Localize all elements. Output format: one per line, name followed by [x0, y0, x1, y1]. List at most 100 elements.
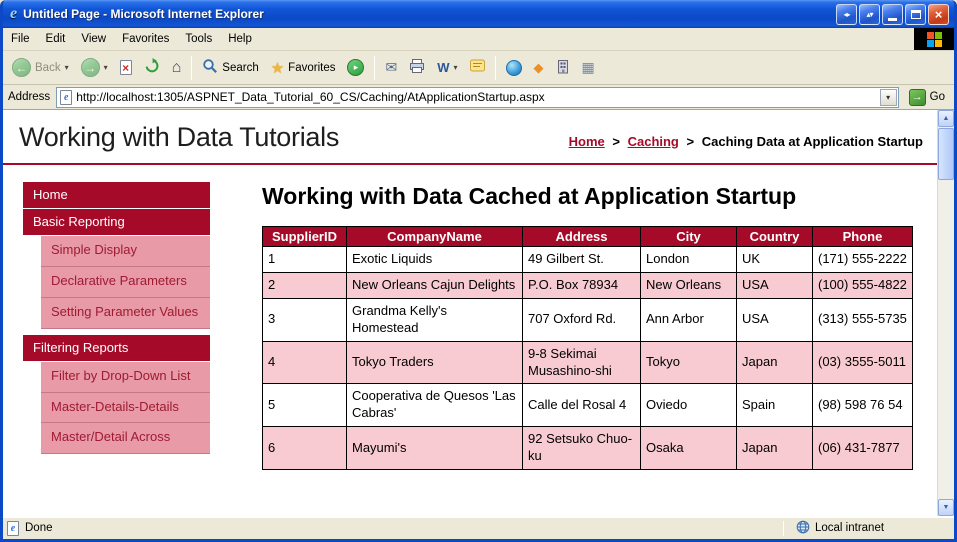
forward-caret-icon: ▾ [104, 63, 108, 72]
pan-button[interactable]: ◂▸ [836, 4, 857, 25]
menu-file[interactable]: File [3, 28, 38, 50]
forward-icon: → [81, 58, 100, 77]
sidebar-item-simple-display[interactable]: Simple Display [41, 236, 210, 267]
page-favicon: e [60, 90, 72, 105]
favorites-star-icon: ★ [271, 59, 284, 77]
zone-label: Local intranet [815, 522, 884, 534]
sidebar-item-master-detail-across[interactable]: Master/Detail Across [41, 423, 210, 454]
toolbar-separator [191, 56, 192, 80]
vertical-scrollbar[interactable]: ▲ ▼ [937, 110, 954, 516]
quick-links-button[interactable]: ▦ [577, 54, 600, 82]
highlighter-icon: ◆ [534, 60, 544, 76]
refresh-icon [144, 58, 160, 77]
scroll-down-button[interactable]: ▼ [938, 499, 954, 516]
page-layout: Home Basic Reporting Simple Display Decl… [3, 165, 937, 470]
breadcrumb-separator: > [687, 134, 695, 149]
scroll-track[interactable] [938, 181, 954, 499]
breadcrumb-separator: > [612, 134, 620, 149]
column-header-address: Address [523, 227, 641, 247]
site-title: Working with Data Tutorials [19, 122, 339, 153]
maximize-button[interactable] [905, 4, 926, 25]
site-header: Working with Data Tutorials Home > Cachi… [3, 110, 937, 153]
edit-button[interactable]: W ▾ [432, 54, 462, 82]
refresh-button[interactable] [139, 54, 165, 82]
stop-button[interactable]: × [115, 54, 137, 82]
minimize-icon [888, 18, 897, 21]
menu-help[interactable]: Help [220, 28, 260, 50]
messenger-button[interactable] [501, 54, 527, 82]
table-row: 2 New Orleans Cajun Delights P.O. Box 78… [263, 272, 913, 298]
menu-tools[interactable]: Tools [177, 28, 220, 50]
home-icon: ⌂ [172, 59, 182, 77]
scroll-up-button[interactable]: ▲ [938, 110, 954, 127]
column-header-city: City [641, 227, 737, 247]
address-input[interactable] [76, 90, 875, 104]
highlighter-button[interactable]: ◆ [529, 54, 549, 82]
mail-button[interactable]: ✉ [380, 54, 402, 82]
title-bar: e Untitled Page - Microsoft Internet Exp… [3, 0, 954, 28]
print-button[interactable] [404, 54, 430, 82]
close-button[interactable]: × [928, 4, 949, 25]
messenger-icon [506, 60, 522, 76]
media-button[interactable]: ▸ [342, 54, 369, 82]
menu-view[interactable]: View [73, 28, 114, 50]
status-page-icon: e [7, 521, 19, 536]
links-grid-icon: ▦ [582, 59, 595, 76]
toolbar-separator [495, 56, 496, 80]
back-button[interactable]: ← Back ▾ [7, 54, 74, 82]
status-bar: e Done Local intranet [3, 516, 954, 539]
sidebar-item-setting-parameter-values[interactable]: Setting Parameter Values [41, 298, 210, 329]
go-arrow-icon: → [909, 89, 926, 106]
minimize-button[interactable] [882, 4, 903, 25]
address-input-box: e ▾ [56, 87, 898, 108]
column-header-companyname: CompanyName [347, 227, 523, 247]
menu-favorites[interactable]: Favorites [114, 28, 177, 50]
breadcrumb: Home > Caching > Caching Data at Applica… [569, 126, 923, 149]
back-icon: ← [12, 58, 31, 77]
suppliers-table: SupplierID CompanyName Address City Coun… [262, 226, 913, 470]
address-dropdown-button[interactable]: ▾ [880, 89, 897, 106]
breadcrumb-current: Caching Data at Application Startup [702, 134, 923, 149]
sidebar-item-filtering-reports[interactable]: Filtering Reports [23, 335, 210, 361]
sidebar-item-master-details-details[interactable]: Master-Details-Details [41, 393, 210, 424]
windows-logo [914, 28, 954, 50]
sidebar-item-home[interactable]: Home [23, 182, 210, 208]
edit-caret-icon: ▾ [453, 63, 457, 72]
search-button[interactable]: Search [197, 54, 263, 82]
favorites-label: Favorites [288, 62, 335, 74]
menu-bar: File Edit View Favorites Tools Help [3, 28, 954, 51]
maximize-icon [911, 10, 921, 19]
home-button[interactable]: ⌂ [167, 54, 187, 82]
scroll-thumb[interactable] [938, 128, 954, 180]
sidebar-item-declarative-parameters[interactable]: Declarative Parameters [41, 267, 210, 298]
research-button[interactable] [551, 54, 575, 82]
discuss-icon [470, 59, 485, 76]
print-icon [409, 58, 425, 77]
status-text: Done [25, 522, 53, 534]
search-label: Search [222, 62, 258, 74]
column-header-country: Country [737, 227, 813, 247]
menu-edit[interactable]: Edit [38, 28, 74, 50]
discuss-button[interactable] [465, 54, 490, 82]
window-buttons: ◂▸ ▴▾ × [836, 4, 949, 25]
browser-viewport: Working with Data Tutorials Home > Cachi… [3, 110, 954, 516]
toolbar-separator [374, 56, 375, 80]
window-title: Untitled Page - Microsoft Internet Explo… [23, 7, 830, 21]
breadcrumb-caching-link[interactable]: Caching [628, 134, 679, 149]
forward-button[interactable]: → ▾ [76, 54, 113, 82]
table-header-row: SupplierID CompanyName Address City Coun… [263, 227, 913, 247]
research-icon [556, 59, 570, 77]
media-icon: ▸ [347, 59, 364, 76]
sidebar-item-filter-by-dropdown-list[interactable]: Filter by Drop-Down List [41, 362, 210, 393]
roll-button[interactable]: ▴▾ [859, 4, 880, 25]
breadcrumb-home-link[interactable]: Home [569, 134, 605, 149]
page-title: Working with Data Cached at Application … [262, 182, 822, 210]
column-header-phone: Phone [813, 227, 913, 247]
intranet-zone-icon [796, 520, 810, 537]
status-divider [783, 521, 784, 536]
go-button[interactable]: → Go [905, 89, 949, 106]
favorites-button[interactable]: ★ Favorites [266, 54, 341, 82]
ie-logo-icon: e [10, 5, 17, 23]
back-label: Back [35, 62, 61, 74]
sidebar-item-basic-reporting[interactable]: Basic Reporting [23, 209, 210, 235]
